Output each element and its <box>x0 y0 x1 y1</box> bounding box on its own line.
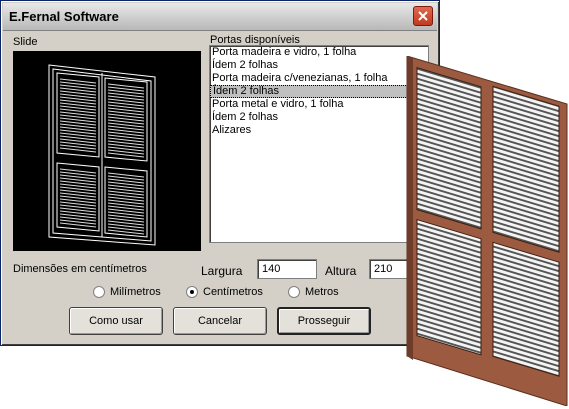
cancel-button[interactable]: Cancelar <box>173 307 267 335</box>
radio-centimeters-circle[interactable] <box>186 286 198 298</box>
door-3d-render <box>406 56 568 406</box>
list-item[interactable]: Porta madeira c/venezianas, 1 folha <box>210 72 428 85</box>
radio-centimeters[interactable]: Centímetros <box>186 286 263 298</box>
dimensions-label: Dimensões em centímetros <box>13 263 147 275</box>
close-button[interactable] <box>413 6 433 26</box>
width-label: Largura <box>201 264 243 278</box>
radio-millimeters-label: Milímetros <box>110 286 161 298</box>
radio-millimeters-circle[interactable] <box>93 286 105 298</box>
close-icon <box>418 11 428 21</box>
slide-label: Slide <box>13 36 38 48</box>
radio-centimeters-label: Centímetros <box>203 286 263 298</box>
window-title: E.Fernal Software <box>9 9 119 24</box>
door-wireframe-image <box>48 64 156 246</box>
list-item[interactable]: Ídem 2 folhas <box>210 111 428 124</box>
list-item[interactable]: Porta madeira e vidro, 1 folha <box>210 46 428 59</box>
radio-meters[interactable]: Metros <box>288 286 339 298</box>
title-bar[interactable]: E.Fernal Software <box>3 3 437 31</box>
list-item[interactable]: Ídem 2 folhas <box>210 59 428 72</box>
radio-millimeters[interactable]: Milímetros <box>93 286 161 298</box>
width-input[interactable]: 140 <box>257 259 317 279</box>
how-to-use-button[interactable]: Como usar <box>69 307 163 335</box>
slide-preview <box>13 51 201 251</box>
list-item-selected[interactable]: Ídem 2 folhas <box>210 85 428 98</box>
dialog-window: E.Fernal Software Slide Portas disponíve… <box>0 0 440 346</box>
list-item[interactable]: Alizares <box>210 124 428 137</box>
radio-meters-circle[interactable] <box>288 286 300 298</box>
doors-listbox[interactable]: Porta madeira e vidro, 1 folha Ídem 2 fo… <box>209 45 429 243</box>
height-label: Altura <box>325 264 357 278</box>
proceed-button[interactable]: Prosseguir <box>277 307 371 335</box>
radio-meters-label: Metros <box>305 286 339 298</box>
list-item[interactable]: Porta metal e vidro, 1 folha <box>210 98 428 111</box>
